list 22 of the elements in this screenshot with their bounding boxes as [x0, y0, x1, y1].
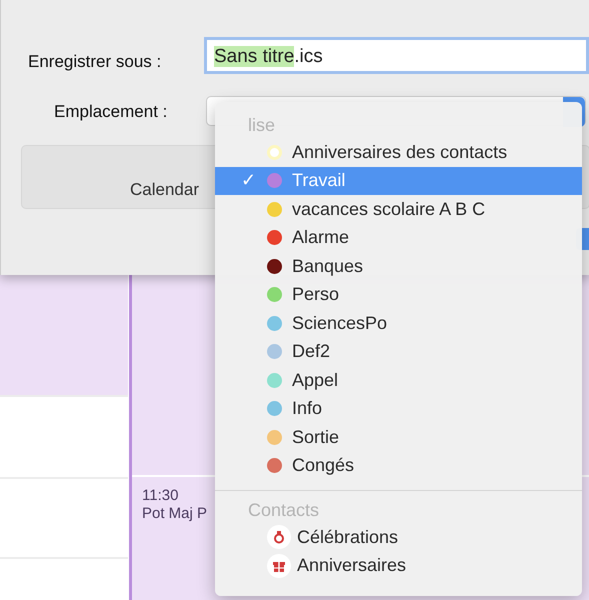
menu-item[interactable]: Perso [215, 280, 582, 309]
menu-item[interactable]: SciencesPo [215, 309, 582, 338]
event-time: 11:30 [142, 487, 178, 505]
menu-item[interactable]: Def2 [215, 338, 582, 366]
gift-icon [267, 554, 291, 578]
menu-item[interactable]: Congés [215, 452, 582, 480]
menu-item[interactable]: Banques [215, 252, 582, 280]
menu-item[interactable]: Alarme [215, 224, 582, 252]
section-header: lise [248, 114, 276, 137]
menu-item[interactable]: Anniversaires [215, 552, 582, 580]
field-label: Enregistrer sous : [28, 51, 162, 73]
event-title: Pot Maj P [142, 505, 208, 523]
menu-item[interactable]: Appel [215, 366, 582, 394]
section-header: Contacts [248, 499, 320, 522]
filename-field[interactable]: Sans titre.ics [204, 37, 589, 74]
menu-item[interactable]: Célébrations [215, 523, 582, 552]
field-label: Emplacement : [54, 101, 168, 123]
menu-item[interactable]: vacances scolaire A B C [215, 195, 582, 224]
menu-item[interactable]: Anniversaires des contacts [215, 138, 582, 166]
ring-icon [267, 525, 291, 550]
menu-item[interactable]: Info [215, 394, 582, 423]
menu-item[interactable]: Sortie [215, 423, 582, 452]
